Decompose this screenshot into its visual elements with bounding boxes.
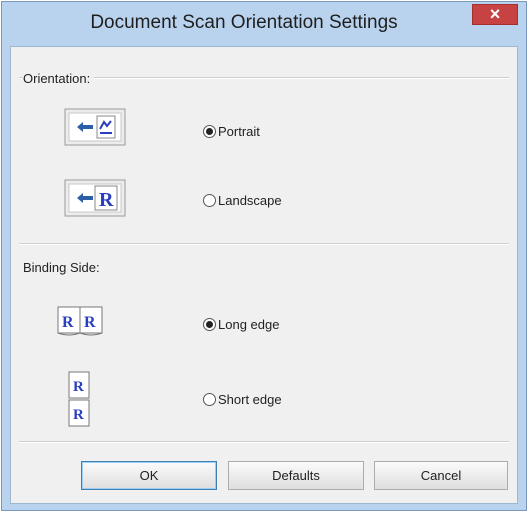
- title-bar[interactable]: Document Scan Orientation Settings ×: [2, 2, 526, 42]
- dialog-content: Orientation: Portrait R Landscape Bindin…: [10, 46, 518, 504]
- svg-text:R: R: [84, 314, 96, 331]
- buttons-separator: [19, 441, 509, 443]
- portrait-label: Portrait: [218, 124, 260, 139]
- landscape-label: Landscape: [218, 193, 282, 208]
- short-edge-radio[interactable]: [203, 393, 216, 406]
- orientation-label: Orientation:: [23, 71, 95, 86]
- cancel-button[interactable]: Cancel: [374, 461, 508, 490]
- long-edge-binding-icon: R R: [53, 303, 103, 339]
- ok-button[interactable]: OK: [81, 461, 217, 490]
- portrait-radio[interactable]: [203, 125, 216, 138]
- binding-side-label: Binding Side:: [23, 260, 104, 275]
- short-edge-option[interactable]: Short edge: [203, 392, 282, 407]
- svg-text:R: R: [62, 314, 74, 331]
- long-edge-radio[interactable]: [203, 318, 216, 331]
- close-button[interactable]: ×: [472, 4, 518, 25]
- short-edge-binding-icon: R R: [66, 369, 114, 429]
- dialog-title: Document Scan Orientation Settings: [90, 12, 398, 33]
- landscape-radio[interactable]: [203, 194, 216, 207]
- defaults-button[interactable]: Defaults: [228, 461, 364, 490]
- landscape-option[interactable]: Landscape: [203, 193, 282, 208]
- svg-text:R: R: [99, 189, 114, 211]
- long-edge-label: Long edge: [218, 317, 280, 332]
- long-edge-option[interactable]: Long edge: [203, 317, 279, 332]
- svg-text:R: R: [73, 407, 84, 423]
- dialog-window: Document Scan Orientation Settings × Ori…: [1, 1, 527, 511]
- portrait-orientation-icon: [63, 107, 126, 146]
- svg-text:R: R: [73, 379, 84, 395]
- landscape-orientation-icon: R: [63, 178, 126, 217]
- binding-separator: [19, 243, 509, 245]
- short-edge-label: Short edge: [218, 392, 282, 407]
- portrait-option[interactable]: Portrait: [203, 124, 260, 139]
